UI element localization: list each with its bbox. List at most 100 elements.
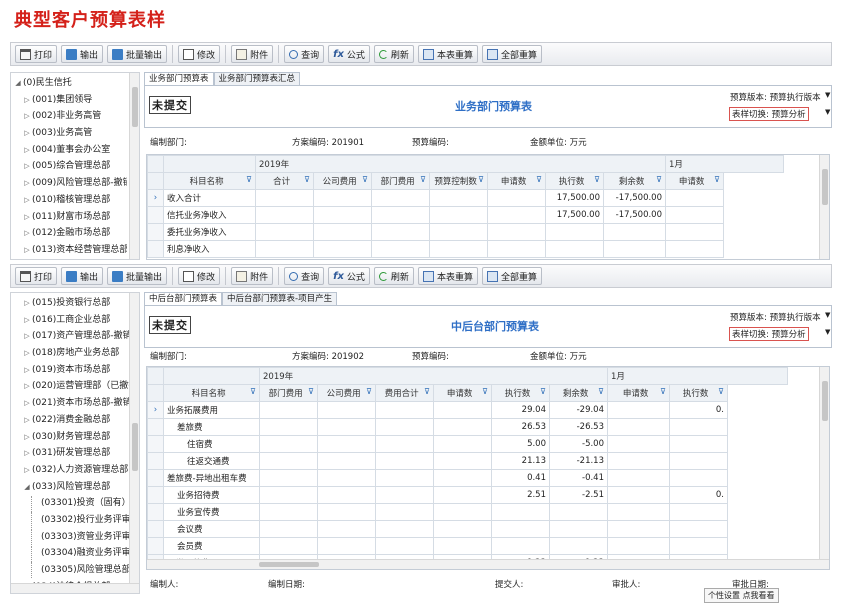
formula-button[interactable]: fx 公式 — [328, 267, 370, 285]
table-row[interactable]: 利息净收入 — [147, 240, 784, 258]
row-expand-icon[interactable]: › — [147, 401, 164, 419]
table-cell[interactable] — [259, 503, 318, 521]
recalc-all-button[interactable]: 全部重算 — [481, 45, 542, 63]
table-cell[interactable]: 0. — [669, 486, 728, 504]
tree-node[interactable]: ▷ (016)工商企业总部 — [13, 312, 131, 329]
column-header[interactable]: 部门费用 ⊽ — [259, 384, 318, 402]
expand-toggle-icon[interactable]: ▷ — [22, 312, 32, 329]
table-cell[interactable]: -26.53 — [549, 418, 608, 436]
table-cell[interactable] — [545, 223, 604, 241]
table-row[interactable]: 业务宣传费 — [147, 503, 788, 521]
batch-export-button[interactable]: 批量输出 — [107, 45, 168, 63]
query-button[interactable]: 查询 — [284, 267, 325, 285]
table-cell[interactable] — [607, 435, 670, 453]
tree-node[interactable]: (03302)投行业务评审 — [13, 512, 131, 529]
table-cell[interactable] — [607, 469, 670, 487]
filter-icon[interactable]: ⊽ — [536, 175, 542, 184]
table-cell[interactable] — [433, 401, 492, 419]
tab-dept-budget[interactable]: 业务部门预算表 — [144, 72, 214, 85]
tree-node[interactable]: ▷ (017)资产管理总部-撤销 — [13, 328, 131, 345]
tab-dept-budget-summary[interactable]: 业务部门预算表汇总 — [213, 72, 301, 85]
table-cell[interactable] — [433, 537, 492, 555]
table-cell[interactable] — [375, 537, 434, 555]
filter-icon[interactable]: ⊽ — [246, 175, 252, 184]
refresh-button[interactable]: 刷新 — [373, 267, 414, 285]
table-cell[interactable] — [669, 435, 728, 453]
table-cell[interactable] — [487, 206, 546, 224]
tree-node[interactable]: ▷ (018)房地产业务总部 — [13, 345, 131, 362]
filter-icon[interactable]: ⊽ — [424, 387, 430, 396]
filter-icon[interactable]: ⊽ — [250, 387, 256, 396]
table-cell[interactable] — [317, 452, 376, 470]
tree-node[interactable]: ▷ (005)综合管理总部 — [13, 158, 127, 175]
table-cell[interactable]: 5.00 — [491, 435, 550, 453]
table-cell[interactable]: -17,500.00 — [603, 189, 666, 207]
table-cell[interactable] — [317, 520, 376, 538]
expand-toggle-icon[interactable]: ▷ — [22, 158, 32, 175]
expand-toggle-icon[interactable]: ▷ — [22, 412, 32, 429]
recalc-table-button[interactable]: 本表重算 — [417, 45, 478, 63]
table-cell[interactable] — [313, 206, 372, 224]
tree-node[interactable]: ▷ (022)消费金融总部 — [13, 412, 131, 429]
table-cell[interactable] — [317, 503, 376, 521]
table-cell[interactable] — [669, 452, 728, 470]
chevron-down-icon[interactable]: ▼ — [825, 328, 830, 336]
filter-icon[interactable]: ⊽ — [718, 387, 724, 396]
table-cell[interactable]: 26.53 — [491, 418, 550, 436]
column-header[interactable]: 科目名称 ⊽ — [163, 172, 256, 190]
attach-button[interactable]: 附件 — [231, 45, 274, 63]
grid-vscroll[interactable] — [819, 367, 829, 561]
tree-scrollbar[interactable] — [129, 293, 139, 583]
filter-icon[interactable]: ⊽ — [304, 175, 310, 184]
tree-node[interactable]: (03301)投资（固有） — [13, 495, 131, 512]
table-cell[interactable] — [371, 206, 430, 224]
table-cell[interactable]: 17,500.00 — [545, 206, 604, 224]
edit-button[interactable]: 修改 — [178, 45, 221, 63]
table-cell[interactable] — [665, 206, 724, 224]
tree-node[interactable]: ◢ (033)风险管理总部 — [13, 479, 131, 496]
tree-node[interactable]: ▷ (019)资本市场总部 — [13, 362, 131, 379]
recalc-all-button[interactable]: 全部重算 — [481, 267, 542, 285]
table-cell[interactable]: 21.13 — [491, 452, 550, 470]
expand-toggle-icon[interactable]: ▷ — [22, 295, 32, 312]
tree-node[interactable]: ▷ (004)董事会办公室 — [13, 142, 127, 159]
recalc-table-button[interactable]: 本表重算 — [417, 267, 478, 285]
table-cell[interactable] — [313, 189, 372, 207]
tree-node[interactable]: ▷ (010)稽核管理总部 — [13, 192, 127, 209]
table-row[interactable]: 业务招待费 2.51 -2.51 0. — [147, 486, 788, 504]
table-cell[interactable] — [259, 520, 318, 538]
formula-button[interactable]: fx 公式 — [328, 45, 370, 63]
table-cell[interactable] — [549, 537, 608, 555]
expand-toggle-icon[interactable]: ▷ — [22, 192, 32, 209]
expand-toggle-icon[interactable]: ▷ — [22, 209, 32, 226]
filter-icon[interactable]: ⊽ — [308, 387, 314, 396]
expand-toggle-icon[interactable]: ▷ — [22, 328, 32, 345]
print-button[interactable]: 打印 — [15, 45, 58, 63]
expand-toggle-icon[interactable]: ▷ — [22, 92, 32, 109]
table-cell[interactable] — [313, 223, 372, 241]
table-cell[interactable]: -2.51 — [549, 486, 608, 504]
table-cell[interactable] — [433, 435, 492, 453]
expand-toggle-icon[interactable]: ▷ — [22, 395, 32, 412]
filter-icon[interactable]: ⊽ — [362, 175, 368, 184]
table-cell[interactable] — [259, 469, 318, 487]
table-cell[interactable] — [491, 503, 550, 521]
tree-node[interactable]: (03304)融资业务评审 — [13, 545, 131, 562]
column-header[interactable]: 剩余数 ⊽ — [549, 384, 608, 402]
table-cell[interactable] — [429, 240, 488, 258]
table-cell[interactable] — [607, 452, 670, 470]
table-cell[interactable] — [607, 503, 670, 521]
table-cell[interactable] — [433, 469, 492, 487]
table-cell[interactable] — [665, 189, 724, 207]
table-cell[interactable] — [255, 206, 314, 224]
refresh-button[interactable]: 刷新 — [373, 45, 414, 63]
tree-node[interactable]: ▷ (002)非业务高管 — [13, 108, 127, 125]
table-cell[interactable]: -0.41 — [549, 469, 608, 487]
table-cell[interactable] — [607, 537, 670, 555]
chevron-down-icon[interactable]: ▼ — [825, 311, 830, 319]
table-cell[interactable] — [433, 520, 492, 538]
filter-icon[interactable]: ⊽ — [482, 387, 488, 396]
filter-icon[interactable]: ⊽ — [598, 387, 604, 396]
filter-icon[interactable]: ⊽ — [714, 175, 720, 184]
filter-icon[interactable]: ⊽ — [660, 387, 666, 396]
